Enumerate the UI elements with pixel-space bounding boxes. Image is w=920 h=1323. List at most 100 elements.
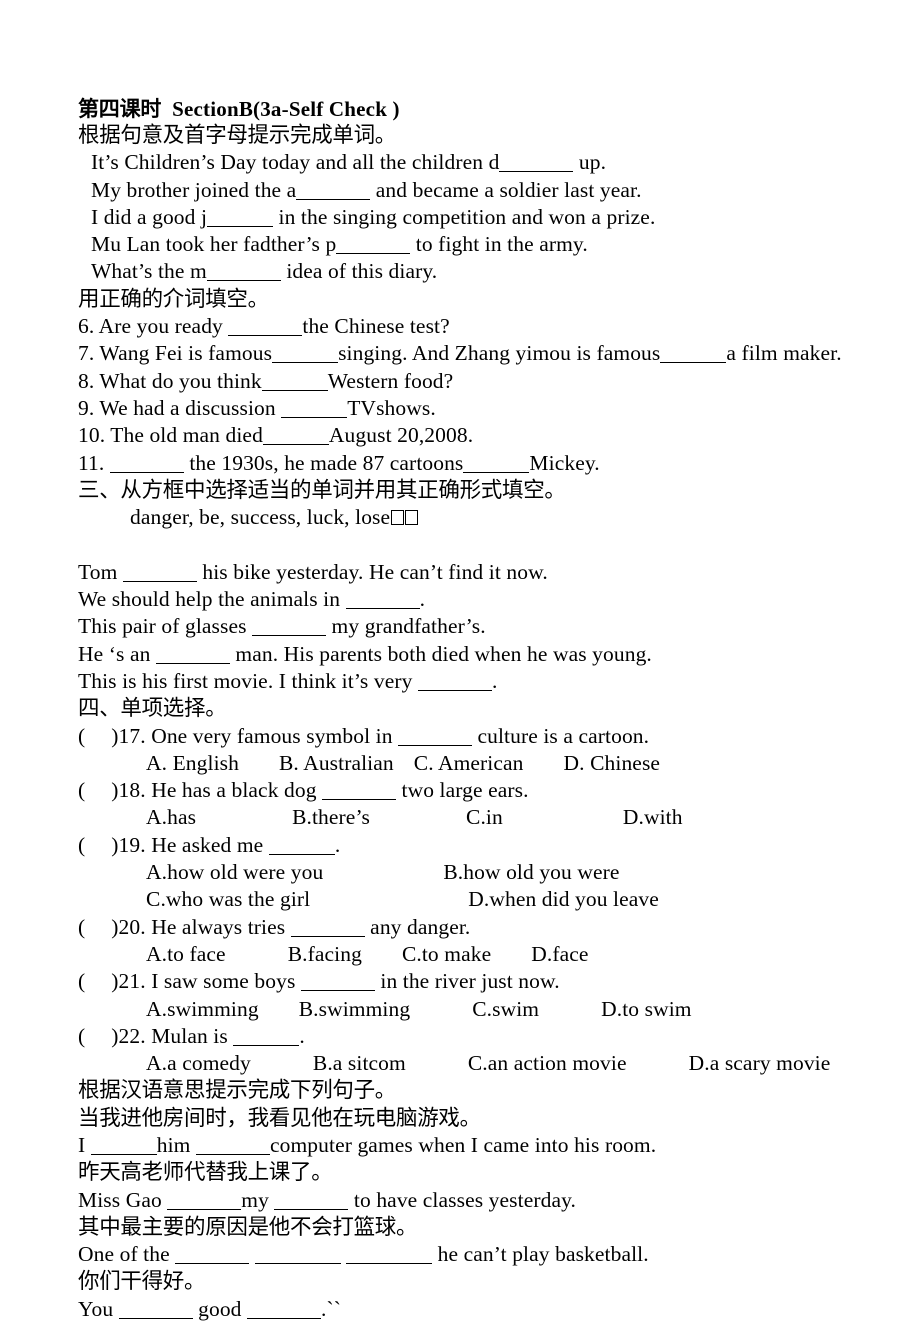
- answer-blank[interactable]: [175, 1247, 250, 1265]
- answer-blank[interactable]: [336, 237, 411, 255]
- option-b[interactable]: B. Australian: [279, 751, 394, 775]
- section3-heading: 三、从方框中选择适当的单词并用其正确形式填空。: [78, 477, 566, 503]
- option-d[interactable]: D.a scary movie: [689, 1051, 831, 1075]
- section1-item-4: Mu Lan took her fadther’s p to fight in …: [78, 231, 858, 258]
- answer-blank[interactable]: [274, 1193, 349, 1210]
- open-paren: (: [78, 1023, 86, 1048]
- option-c[interactable]: C.in: [466, 805, 503, 829]
- answer-blank[interactable]: [268, 838, 335, 855]
- option-a[interactable]: A.a comedy: [146, 1051, 251, 1075]
- page-title-en: SectionB(3a-Self Check ): [172, 97, 400, 121]
- answer-blank[interactable]: [195, 1138, 270, 1155]
- section5-prompt-cn-3: 其中最主要的原因是他不会打篮球。: [78, 1214, 418, 1240]
- section4-question-21: ()21. I saw some boys in the river just …: [78, 968, 858, 995]
- option-c[interactable]: C.swim: [472, 997, 539, 1021]
- answer-blank[interactable]: [122, 565, 197, 582]
- option-b[interactable]: B.how old you were: [443, 860, 619, 884]
- item-text-a: One of the: [78, 1242, 176, 1267]
- wordbox-words: danger, be, success, luck, lose: [130, 505, 391, 530]
- answer-blank[interactable]: [233, 1029, 300, 1046]
- item-text-pre: He has a black dog: [151, 778, 323, 803]
- section5-prompt-cn-1: 当我进他房间时，我看见他在玩电脑游戏。: [78, 1105, 481, 1131]
- answer-blank[interactable]: [261, 374, 328, 391]
- answer-blank[interactable]: [167, 1193, 242, 1210]
- option-b[interactable]: B.facing: [288, 942, 362, 966]
- answer-blank[interactable]: [398, 729, 473, 746]
- item-text-post: .: [334, 832, 341, 857]
- item-text-pre: Tom: [78, 559, 123, 584]
- option-d[interactable]: D.face: [531, 942, 588, 966]
- question-number: )18.: [111, 778, 152, 803]
- option-c[interactable]: C.to make: [402, 942, 491, 966]
- section2-item-9: 9. We had a discussion TVshows.: [78, 395, 858, 422]
- answer-blank[interactable]: [346, 1247, 433, 1265]
- section2-item-8: 8. What do you think Western food?: [78, 368, 858, 395]
- answer-blank[interactable]: [296, 183, 371, 200]
- option-b[interactable]: B.a sitcom: [313, 1051, 406, 1075]
- option-c[interactable]: C.an action movie: [468, 1051, 627, 1075]
- option-d[interactable]: D. Chinese: [564, 751, 661, 775]
- section5-answer-3: One of the he can’t play basketball.: [78, 1241, 858, 1268]
- answer-blank[interactable]: [345, 592, 420, 610]
- option-c[interactable]: C.who was the girl: [146, 887, 310, 911]
- option-d[interactable]: D.with: [623, 805, 683, 829]
- section5-prompt-cn-2: 昨天高老师代替我上课了。: [78, 1160, 333, 1186]
- item-text-pre: This pair of glasses: [78, 614, 253, 639]
- answer-blank[interactable]: [228, 319, 303, 337]
- section4-options-20: A.to face B.facing C.to make D.face: [78, 941, 858, 968]
- section3-item-1: Tom his bike yesterday. He can’t find it…: [78, 559, 858, 586]
- option-a[interactable]: A.how old were you: [146, 860, 323, 884]
- answer-blank[interactable]: [417, 674, 492, 691]
- page-title-cn: 第四课时: [78, 97, 162, 121]
- answer-blank[interactable]: [272, 346, 339, 364]
- option-c[interactable]: C. American: [414, 751, 524, 775]
- question-number: )19.: [111, 832, 152, 857]
- item-text-post: my grandfather’s.: [326, 614, 486, 639]
- option-a[interactable]: A. English: [146, 751, 239, 775]
- answer-blank[interactable]: [206, 264, 281, 282]
- answer-blank[interactable]: [463, 456, 530, 473]
- item-text-b: the 1930s, he made 87 cartoons: [183, 450, 464, 475]
- answer-blank[interactable]: [155, 647, 230, 664]
- answer-blank[interactable]: [247, 1302, 322, 1319]
- section1-item-1: It’s Children’s Day today and all the ch…: [78, 149, 858, 176]
- item-text-post: in the river just now.: [374, 969, 560, 994]
- item-text-c: .``: [321, 1296, 342, 1321]
- section3-wordbox: danger, be, success, luck, lose: [78, 504, 858, 531]
- option-d[interactable]: D.when did you leave: [468, 887, 659, 911]
- answer-blank[interactable]: [118, 1302, 193, 1319]
- item-text-a: 7. Wang Fei is famous: [78, 341, 273, 366]
- open-paren: (: [78, 832, 86, 857]
- option-b[interactable]: B.there’s: [292, 805, 370, 829]
- item-text-c: computer games when I came into his room…: [269, 1132, 657, 1157]
- answer-blank[interactable]: [254, 1247, 341, 1265]
- section5-answer-2: Miss Gao my to have classes yesterday.: [78, 1187, 858, 1214]
- answer-blank[interactable]: [499, 155, 574, 173]
- page-title: 第四课时 SectionB(3a-Self Check ): [78, 96, 858, 122]
- option-a[interactable]: A.swimming: [146, 997, 259, 1021]
- answer-blank[interactable]: [262, 428, 329, 446]
- blank-spacer-line: [78, 531, 858, 558]
- item-text-post: .: [419, 587, 426, 612]
- item-text-a: 11.: [78, 450, 110, 475]
- item-text-post: Western food?: [327, 368, 454, 393]
- answer-blank[interactable]: [281, 401, 348, 418]
- item-text-post: any danger.: [364, 914, 471, 939]
- answer-blank[interactable]: [109, 456, 184, 473]
- item-text-c: a film maker.: [726, 341, 842, 366]
- answer-blank[interactable]: [90, 1138, 157, 1155]
- option-a[interactable]: A.has: [146, 805, 196, 829]
- answer-blank[interactable]: [322, 783, 397, 801]
- item-text-pre: 10. The old man died: [78, 423, 263, 448]
- answer-blank[interactable]: [290, 920, 365, 937]
- answer-blank[interactable]: [207, 210, 274, 227]
- section3-item-4: He ‘s an man. His parents both died when…: [78, 641, 858, 668]
- answer-blank[interactable]: [660, 346, 727, 364]
- question-number: )17.: [111, 723, 152, 748]
- answer-blank[interactable]: [252, 619, 327, 637]
- option-a[interactable]: A.to face: [146, 942, 226, 966]
- section5-prompt-cn-4: 你们干得好。: [78, 1269, 206, 1295]
- answer-blank[interactable]: [300, 974, 375, 992]
- option-b[interactable]: B.swimming: [299, 997, 411, 1021]
- option-d[interactable]: D.to swim: [601, 997, 692, 1021]
